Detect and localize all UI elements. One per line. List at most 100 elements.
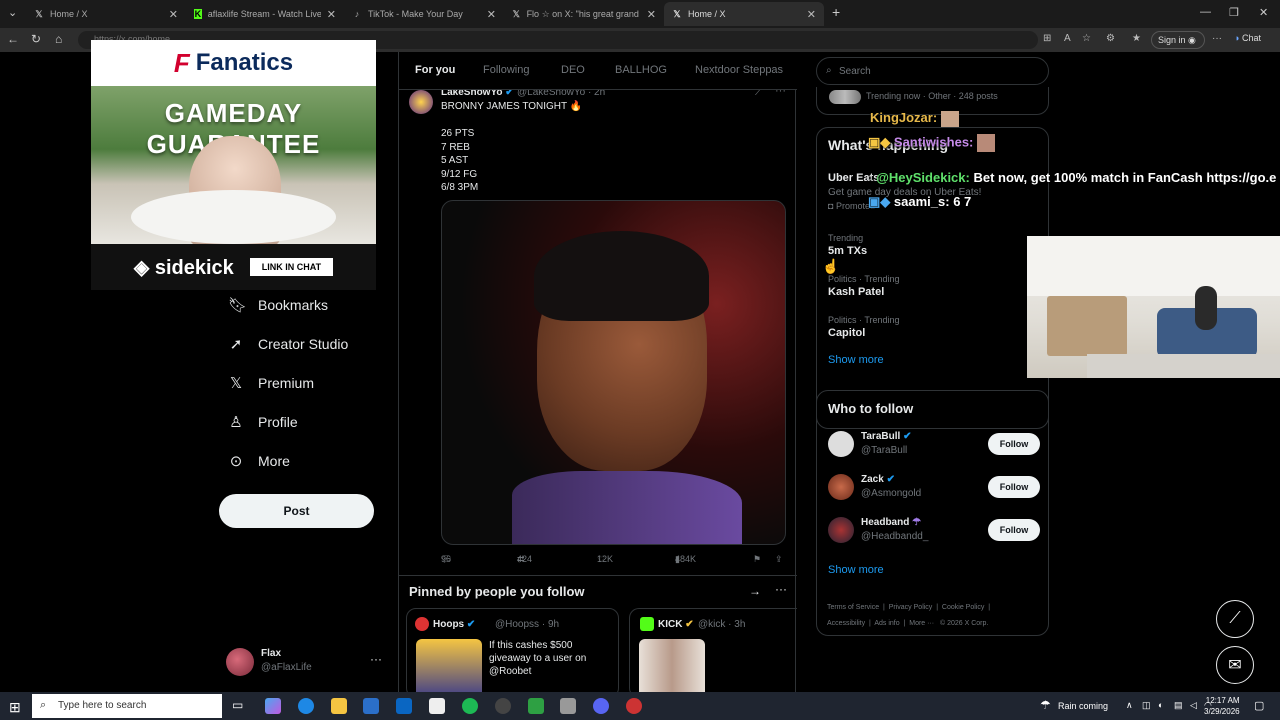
settings-more-icon[interactable]: ··· [1212, 33, 1222, 44]
favorites-icon[interactable]: ★ [1132, 33, 1141, 44]
show-more-trends[interactable]: Show more [828, 354, 884, 366]
volume-icon[interactable]: ◁ [1190, 700, 1197, 711]
tab-deo[interactable]: DEO [561, 64, 585, 76]
browser-tab[interactable]: 𝕏 Home / X ✕ [26, 2, 186, 26]
bookmark-icon[interactable]: ⚑ [753, 554, 761, 565]
close-tab-icon[interactable]: ✕ [487, 8, 496, 21]
follow-suggestion[interactable]: Headband ☂ @Headbandd_ Follow [828, 515, 1040, 549]
arrow-right-icon[interactable]: → [749, 584, 761, 598]
close-tab-icon[interactable]: ✕ [327, 8, 336, 21]
nav-more[interactable]: ⊙ More [228, 452, 290, 470]
system-clock[interactable]: 12:17 AM 3/29/2026 [1204, 695, 1240, 717]
close-tab-icon[interactable]: ✕ [647, 8, 656, 21]
nav-creator-studio[interactable]: ➚ Creator Studio [228, 335, 349, 353]
promoted-trend[interactable]: Uber Eats Get game day deals on Uber Eat… [828, 170, 1038, 211]
restore-icon[interactable]: ❐ [1229, 6, 1239, 19]
pinned-image [416, 639, 482, 697]
pinned-card[interactable]: Hoops ✔ @Hoopss · 9h If this cashes $500… [406, 608, 619, 698]
tab-nextdoor-steppas[interactable]: Nextdoor Steppas [695, 64, 783, 76]
trend-item[interactable]: Politics · Trending Capitol [828, 315, 1038, 339]
tab-following[interactable]: Following [483, 64, 529, 76]
app-available-icon[interactable]: ⊞ [1043, 33, 1051, 44]
taskbar-search[interactable]: ⌕ Type here to search [32, 694, 222, 718]
sign-in-button[interactable]: Sign in ◉ [1151, 31, 1205, 49]
avatar [415, 617, 429, 631]
nav-profile[interactable]: ♙ Profile [228, 413, 297, 431]
show-more-suggestions[interactable]: Show more [828, 564, 884, 576]
spotify-icon[interactable] [462, 698, 478, 714]
copilot-chat-button[interactable]: ◑ Chat [1234, 33, 1261, 43]
tray-chevron-icon[interactable]: ∧ [1126, 700, 1133, 711]
minimize-icon[interactable]: — [1200, 6, 1211, 18]
avatar [226, 648, 254, 676]
follow-suggestion[interactable]: TaraBull ✔ @TaraBull Follow [828, 429, 1040, 463]
tab-ballhog[interactable]: BALLHOG [615, 64, 667, 76]
nav-bookmarks[interactable]: 🔖︎ Bookmarks [228, 296, 328, 314]
tray-app-icon[interactable]: ◫ [1142, 700, 1151, 711]
nav-premium[interactable]: 𝕏 Premium [228, 374, 314, 392]
xbox-icon[interactable] [528, 698, 544, 714]
grok-button[interactable]: ⟋ [1216, 600, 1254, 638]
follow-button[interactable]: Follow [988, 476, 1040, 498]
footer-link[interactable]: More ··· [909, 620, 934, 627]
app-icon[interactable] [560, 698, 576, 714]
search-input[interactable]: ⌕ Search [816, 57, 1049, 85]
follow-suggestion[interactable]: Zack ✔ @Asmongold Follow [828, 472, 1040, 506]
back-icon[interactable]: ← [7, 32, 19, 46]
obs-icon[interactable] [626, 698, 642, 714]
tab-actions-chevron-icon[interactable]: ⌄ [8, 6, 17, 19]
tweet[interactable]: LakeShowYo ✔ @LakeShowYo · 2h ⟋ ··· BRON… [399, 85, 797, 576]
copilot-icon[interactable] [265, 698, 281, 714]
browser-tab[interactable]: K aflaxlife Stream - Watch Live on Kick … [186, 2, 344, 26]
browser-tab[interactable]: ♪ TikTok - Make Your Day ✕ [344, 2, 504, 26]
refresh-icon[interactable]: ↻ [31, 32, 41, 46]
home-icon[interactable]: ⌂ [55, 32, 62, 46]
share-icon[interactable]: ⇪ [775, 554, 783, 565]
new-tab-icon[interactable]: + [832, 4, 840, 20]
read-aloud-icon[interactable]: A [1064, 33, 1071, 44]
favorite-star-icon[interactable]: ☆ [1082, 33, 1091, 44]
close-tab-icon[interactable]: ✕ [807, 8, 816, 21]
browser-tab[interactable]: 𝕏 Flo ☆ on X: "his great grand child ✕ [504, 2, 664, 26]
cam-dining-table [1047, 296, 1127, 356]
messages-button[interactable]: ✉ [1216, 646, 1254, 684]
tab-for-you[interactable]: For you [415, 64, 455, 76]
follow-button[interactable]: Follow [988, 433, 1040, 455]
browser-tab-active[interactable]: 𝕏 Home / X ✕ [664, 2, 824, 26]
extensions-icon[interactable]: ⚙ [1106, 33, 1115, 44]
verified-badge-icon: ✔ [903, 431, 912, 442]
more-dots-icon[interactable]: ··· [370, 652, 382, 666]
close-tab-icon[interactable]: ✕ [169, 8, 178, 21]
footer-link[interactable]: Terms of Service [827, 604, 879, 611]
mail-icon[interactable] [396, 698, 412, 714]
weather-text[interactable]: Rain coming [1058, 701, 1108, 711]
more-dots-icon[interactable]: ··· [775, 582, 787, 596]
edge-icon[interactable] [298, 698, 314, 714]
notepad-icon[interactable] [429, 698, 445, 714]
tab-title: aflaxlife Stream - Watch Live on Kick [207, 9, 321, 19]
tray-app-icon[interactable]: ◐ [1158, 700, 1163, 710]
file-explorer-icon[interactable] [331, 698, 347, 714]
pinned-card[interactable]: KICK ✔ @kick · 3h [629, 608, 797, 698]
footer-link[interactable]: Cookie Policy [942, 604, 984, 611]
footer-link[interactable]: Privacy Policy [889, 604, 933, 611]
post-button[interactable]: Post [219, 494, 374, 528]
store-icon[interactable] [363, 698, 379, 714]
trend-item[interactable]: Trending 5m TXs [828, 233, 1038, 257]
follow-button[interactable]: Follow [988, 519, 1040, 541]
footer-link[interactable]: Accessibility [827, 620, 865, 627]
notifications-icon[interactable]: ▢ [1254, 699, 1264, 712]
trend-item[interactable]: Politics · Trending Kash Patel [828, 274, 1038, 298]
close-window-icon[interactable]: ✕ [1259, 6, 1268, 19]
task-view-icon[interactable]: ▭ [232, 698, 248, 714]
footer-link[interactable]: Ads info [874, 620, 899, 627]
media-app-icon[interactable] [495, 698, 511, 714]
account-switcher[interactable]: Flax @aFlaxLife ··· [226, 646, 386, 678]
trend-context: Politics · Trending [828, 274, 900, 284]
network-icon[interactable]: ▤ [1174, 700, 1183, 711]
tweet-photo[interactable] [441, 200, 786, 545]
weather-rain-icon: ☂ [1040, 698, 1051, 712]
windows-start-icon[interactable]: ⊞ [9, 699, 21, 716]
discord-icon[interactable] [593, 698, 609, 714]
trending-now-card[interactable]: Trending now · Other · 248 posts [816, 87, 1049, 115]
